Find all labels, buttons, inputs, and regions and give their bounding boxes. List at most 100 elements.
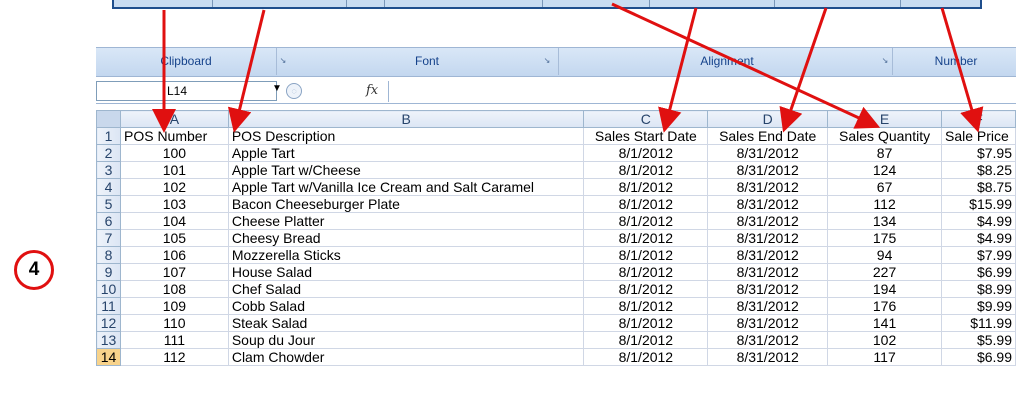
cancel-circle-icon[interactable]: ◌ (286, 83, 302, 99)
table-cell[interactable]: 105 (119, 229, 229, 247)
row-header[interactable]: 14 (96, 348, 121, 366)
table-cell[interactable]: 87 (827, 144, 942, 162)
table-cell[interactable]: $4.99 (941, 212, 1016, 230)
table-cell[interactable]: 8/31/2012 (707, 314, 829, 332)
table-cell[interactable]: Cheese Platter (227, 212, 585, 230)
table-cell[interactable]: $7.95 (941, 144, 1016, 162)
table-cell[interactable]: 100 (119, 144, 229, 162)
column-header-f[interactable]: F (941, 110, 1016, 128)
table-cell[interactable]: Cheesy Bread (227, 229, 585, 247)
name-box[interactable]: L14 (96, 81, 277, 101)
row-header[interactable]: 1 (96, 127, 121, 145)
dialog-launcher-icon[interactable]: ↘ (542, 56, 552, 66)
ribbon-group-clipboard[interactable]: Clipboard (96, 48, 277, 75)
table-cell[interactable]: $15.99 (941, 195, 1016, 213)
table-cell[interactable]: 110 (119, 314, 229, 332)
table-cell[interactable]: 8/31/2012 (707, 297, 829, 315)
ribbon-group-alignment[interactable]: Alignment (562, 48, 893, 75)
table-cell[interactable]: $11.99 (941, 314, 1016, 332)
table-cell[interactable]: 141 (827, 314, 942, 332)
header-cell[interactable]: POS Number (119, 127, 229, 145)
table-cell[interactable]: 8/1/2012 (583, 314, 709, 332)
header-cell[interactable]: Sales Start Date (583, 127, 709, 145)
table-cell[interactable]: $5.99 (941, 331, 1016, 349)
table-cell[interactable]: $4.99 (941, 229, 1016, 247)
ribbon-group-number[interactable]: Number (896, 48, 1016, 75)
row-header[interactable]: 11 (96, 297, 121, 315)
table-cell[interactable]: 8/1/2012 (583, 195, 709, 213)
table-cell[interactable]: $8.25 (941, 161, 1016, 179)
dialog-launcher-icon[interactable]: ↘ (880, 56, 890, 66)
header-cell[interactable]: Sale Price (941, 127, 1016, 145)
table-cell[interactable]: 102 (119, 178, 229, 196)
table-cell[interactable]: 8/31/2012 (707, 161, 829, 179)
table-cell[interactable]: $8.99 (941, 280, 1016, 298)
table-cell[interactable]: 109 (119, 297, 229, 315)
table-cell[interactable]: 8/31/2012 (707, 212, 829, 230)
table-cell[interactable]: Steak Salad (227, 314, 585, 332)
table-cell[interactable]: Bacon Cheeseburger Plate (227, 195, 585, 213)
table-cell[interactable]: 103 (119, 195, 229, 213)
table-cell[interactable]: Clam Chowder (227, 348, 585, 366)
table-cell[interactable]: 8/31/2012 (707, 144, 829, 162)
table-cell[interactable]: Apple Tart w/Vanilla Ice Cream and Salt … (227, 178, 585, 196)
table-cell[interactable]: 107 (119, 263, 229, 281)
table-cell[interactable]: 111 (119, 331, 229, 349)
table-cell[interactable]: $9.99 (941, 297, 1016, 315)
table-cell[interactable]: 176 (827, 297, 942, 315)
table-cell[interactable]: 8/1/2012 (583, 212, 709, 230)
table-cell[interactable]: 8/1/2012 (583, 331, 709, 349)
header-cell[interactable]: POS Description (227, 127, 585, 145)
table-cell[interactable]: 67 (827, 178, 942, 196)
table-cell[interactable]: 8/1/2012 (583, 280, 709, 298)
row-header[interactable]: 10 (96, 280, 121, 298)
table-cell[interactable]: 8/1/2012 (583, 178, 709, 196)
table-cell[interactable]: $8.75 (941, 178, 1016, 196)
table-cell[interactable]: 101 (119, 161, 229, 179)
table-cell[interactable]: 134 (827, 212, 942, 230)
ribbon-group-font[interactable]: Font (296, 48, 559, 75)
table-cell[interactable]: 106 (119, 246, 229, 264)
row-header[interactable]: 7 (96, 229, 121, 247)
table-cell[interactable]: 8/1/2012 (583, 229, 709, 247)
table-cell[interactable]: 104 (119, 212, 229, 230)
table-cell[interactable]: Cobb Salad (227, 297, 585, 315)
table-cell[interactable]: 8/1/2012 (583, 246, 709, 264)
header-cell[interactable]: Sales Quantity (827, 127, 942, 145)
table-cell[interactable]: 8/31/2012 (707, 178, 829, 196)
column-header-b[interactable]: B (227, 110, 585, 128)
select-all-corner[interactable] (96, 110, 121, 128)
table-cell[interactable]: 8/31/2012 (707, 263, 829, 281)
dialog-launcher-icon[interactable]: ↘ (278, 56, 288, 66)
column-header-c[interactable]: C (583, 110, 709, 128)
column-header-e[interactable]: E (827, 110, 942, 128)
table-cell[interactable]: $7.99 (941, 246, 1016, 264)
table-cell[interactable]: 8/1/2012 (583, 144, 709, 162)
table-cell[interactable]: 8/31/2012 (707, 348, 829, 366)
row-header[interactable]: 5 (96, 195, 121, 213)
table-cell[interactable]: 8/1/2012 (583, 348, 709, 366)
column-header-d[interactable]: D (707, 110, 829, 128)
row-header[interactable]: 13 (96, 331, 121, 349)
table-cell[interactable]: 175 (827, 229, 942, 247)
table-cell[interactable]: 8/1/2012 (583, 161, 709, 179)
table-cell[interactable]: 8/31/2012 (707, 229, 829, 247)
header-cell[interactable]: Sales End Date (707, 127, 829, 145)
table-cell[interactable]: 8/1/2012 (583, 297, 709, 315)
table-cell[interactable]: 8/1/2012 (583, 263, 709, 281)
column-header-a[interactable]: A (119, 110, 229, 128)
row-header[interactable]: 12 (96, 314, 121, 332)
table-cell[interactable]: 117 (827, 348, 942, 366)
chevron-down-icon[interactable]: ▼ (272, 83, 282, 94)
row-header[interactable]: 9 (96, 263, 121, 281)
table-cell[interactable]: Soup du Jour (227, 331, 585, 349)
table-cell[interactable]: 8/31/2012 (707, 246, 829, 264)
function-icon[interactable]: fx (366, 83, 378, 98)
table-cell[interactable]: 8/31/2012 (707, 195, 829, 213)
table-cell[interactable]: 8/31/2012 (707, 331, 829, 349)
row-header[interactable]: 8 (96, 246, 121, 264)
table-cell[interactable]: House Salad (227, 263, 585, 281)
table-cell[interactable]: $6.99 (941, 263, 1016, 281)
row-header[interactable]: 2 (96, 144, 121, 162)
table-cell[interactable]: 112 (827, 195, 942, 213)
